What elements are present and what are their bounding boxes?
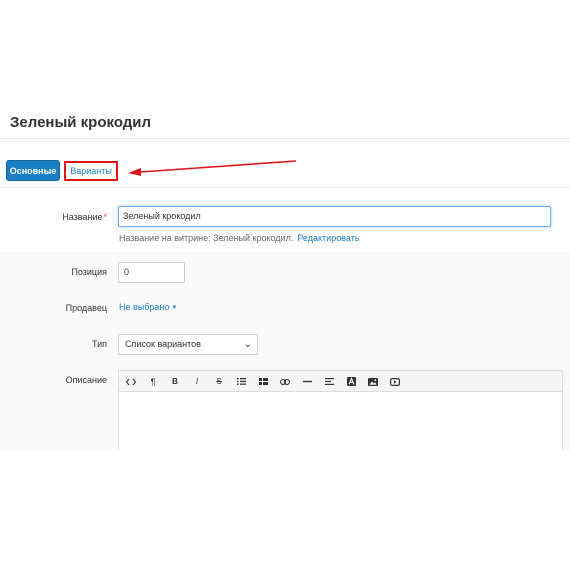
editor-toolbar: ¶ B I S — [119, 371, 562, 392]
unordered-list-icon[interactable] — [232, 371, 250, 392]
edit-link[interactable]: Редактировать — [297, 233, 359, 243]
strikethrough-icon[interactable]: S — [210, 371, 228, 392]
type-select[interactable]: Список вариантов ⌄ — [118, 334, 258, 355]
seller-dropdown[interactable]: Не выбрано ▼ — [119, 302, 177, 312]
position-label: Позиция — [71, 267, 107, 277]
position-input[interactable]: 0 — [118, 262, 185, 283]
description-editor[interactable]: ¶ B I S — [118, 370, 563, 450]
description-label: Описание — [65, 375, 107, 385]
name-label: Название* — [62, 212, 107, 222]
seller-value: Не выбрано — [119, 302, 170, 312]
ordered-list-icon[interactable] — [254, 371, 272, 392]
type-selected-value: Список вариантов — [125, 339, 201, 349]
code-view-icon[interactable] — [122, 371, 140, 392]
link-icon[interactable] — [276, 371, 294, 392]
video-icon[interactable] — [386, 371, 404, 392]
name-input[interactable]: Зеленый крокодил — [118, 206, 551, 227]
storefront-name-hint: Название на витрине: Зеленый крокодил. Ре… — [119, 233, 360, 243]
bold-icon[interactable]: B — [166, 371, 184, 392]
chevron-down-icon: ⌄ — [243, 339, 252, 350]
italic-icon[interactable]: I — [188, 371, 206, 392]
storefront-name-text: Название на витрине: Зеленый крокодил. — [119, 233, 294, 243]
align-icon[interactable] — [320, 371, 338, 392]
font-color-icon[interactable] — [342, 371, 360, 392]
paragraph-icon[interactable]: ¶ — [144, 371, 162, 392]
required-mark: * — [103, 212, 107, 222]
image-icon[interactable] — [364, 371, 382, 392]
type-label: Тип — [91, 339, 107, 349]
caret-down-icon: ▼ — [171, 305, 178, 311]
seller-label: Продавец — [65, 303, 107, 313]
horizontal-rule-icon[interactable] — [298, 371, 316, 392]
tabs-divider — [0, 187, 570, 188]
